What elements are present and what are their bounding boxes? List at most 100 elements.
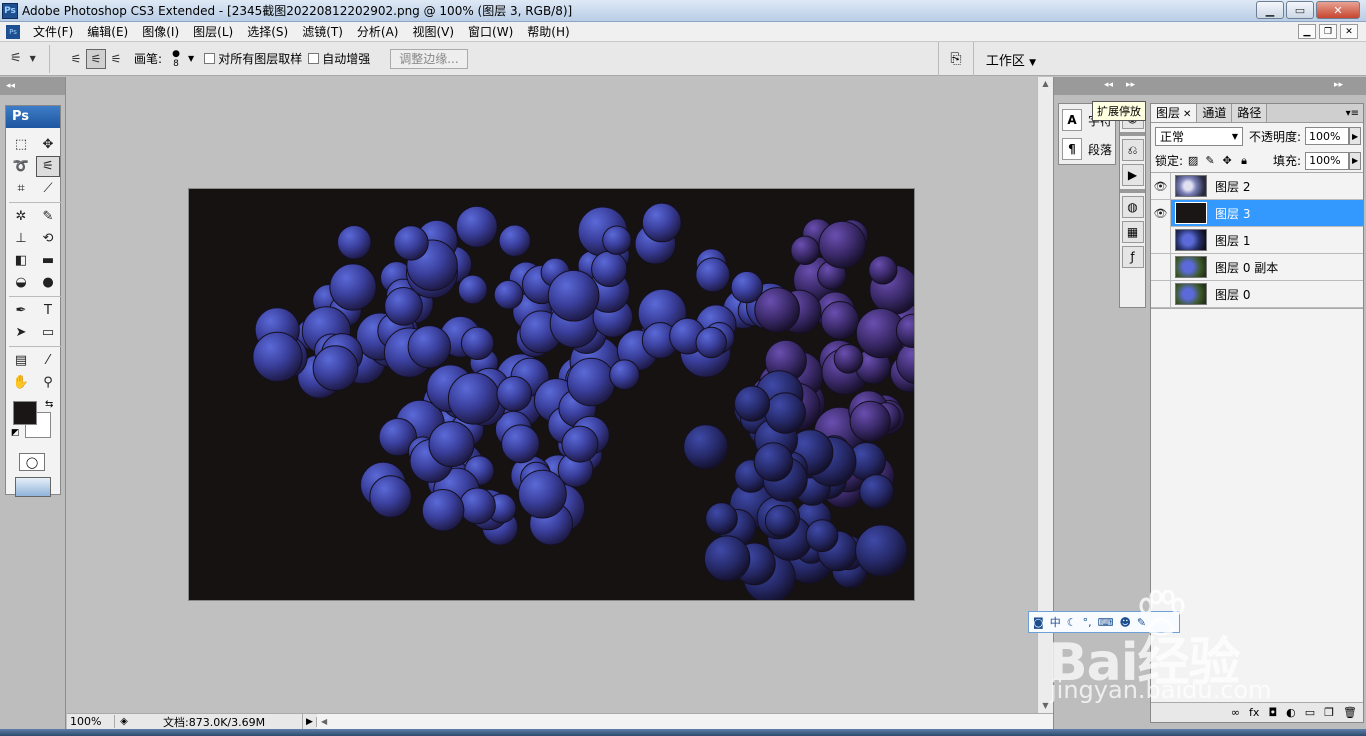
pen-tool-icon[interactable]: ✒: [9, 300, 33, 321]
tool-preset-picker[interactable]: ⚟ ▼: [10, 44, 50, 73]
status-icon[interactable]: ◈: [115, 716, 133, 727]
paragraph-button[interactable]: ¶ 段落: [1059, 136, 1115, 162]
actions-icon[interactable]: ▶: [1121, 164, 1144, 186]
blur-tool-icon[interactable]: ◒: [9, 272, 33, 293]
toolbox-header[interactable]: Ps: [6, 106, 60, 128]
layer-row[interactable]: 图层 0 副本: [1151, 253, 1363, 281]
subtract-from-selection-icon[interactable]: ⚟: [106, 49, 126, 69]
layer-row[interactable]: 图层 1: [1151, 226, 1363, 254]
scroll-up-icon[interactable]: ▲: [1038, 77, 1053, 91]
menu-edit[interactable]: 编辑(E): [80, 22, 135, 42]
checkbox-box[interactable]: [204, 53, 216, 64]
eyedropper-tool-icon[interactable]: ⁄: [36, 350, 60, 371]
brush-chevron-icon[interactable]: ▼: [188, 54, 194, 63]
layer-style-icon[interactable]: fx: [1249, 706, 1259, 719]
marquee-tool-icon[interactable]: ⬚: [9, 134, 33, 155]
swap-colors-icon[interactable]: ⇆: [45, 399, 53, 410]
settings-icon[interactable]: ✎: [1137, 616, 1146, 629]
hand-tool-icon[interactable]: ✋: [9, 372, 33, 393]
menu-layer[interactable]: 图层(L): [186, 22, 240, 42]
layer-row[interactable]: 图层 0: [1151, 280, 1363, 308]
menu-view[interactable]: 视图(V): [405, 22, 461, 42]
lock-transparent-icon[interactable]: ▨: [1186, 154, 1200, 167]
menu-select[interactable]: 选择(S): [240, 22, 295, 42]
layer-thumbnail[interactable]: [1175, 283, 1207, 305]
user-icon[interactable]: ☻: [1119, 616, 1130, 629]
layer-name[interactable]: 图层 0 副本: [1215, 259, 1278, 276]
doc-close-button[interactable]: ✕: [1340, 24, 1358, 39]
fill-slider-icon[interactable]: ▶: [1349, 151, 1362, 170]
layer-mask-icon[interactable]: ◘: [1268, 706, 1277, 719]
foreground-color-swatch[interactable]: [13, 401, 37, 425]
layer-name[interactable]: 图层 0: [1215, 286, 1250, 303]
eraser-tool-icon[interactable]: ◧: [9, 250, 33, 271]
sample-all-layers-checkbox[interactable]: 对所有图层取样: [204, 50, 302, 67]
collapse-arrows-icon[interactable]: ◂◂: [0, 77, 65, 95]
healing-brush-icon[interactable]: ✲: [9, 206, 33, 227]
opacity-field[interactable]: 100%: [1305, 127, 1350, 145]
ime-mode[interactable]: 中: [1050, 614, 1061, 630]
close-icon[interactable]: ✕: [1183, 109, 1191, 120]
keyboard-icon[interactable]: ⌨: [1098, 616, 1114, 629]
screen-mode-button[interactable]: [15, 477, 51, 497]
expand-arrows-icon[interactable]: ▸▸: [1334, 80, 1343, 90]
gradient-tool-icon[interactable]: ▬: [36, 250, 60, 271]
menu-file[interactable]: 文件(F): [26, 22, 80, 42]
auto-enhance-checkbox[interactable]: 自动增强: [308, 50, 370, 67]
menu-filter[interactable]: 滤镜(T): [295, 22, 350, 42]
minimize-button[interactable]: ▁: [1256, 1, 1284, 19]
opacity-slider-icon[interactable]: ▶: [1349, 127, 1362, 145]
canvas-area[interactable]: [67, 77, 1037, 713]
visibility-eye-icon[interactable]: 👁︎: [1151, 199, 1171, 227]
type-tool-icon[interactable]: T: [36, 300, 60, 321]
layer-thumbnail[interactable]: [1175, 256, 1207, 278]
fill-field[interactable]: 100%: [1305, 151, 1350, 170]
scroll-down-icon[interactable]: ▼: [1038, 699, 1053, 713]
history-brush-icon[interactable]: ⟲: [36, 228, 60, 249]
notes-tool-icon[interactable]: ▤: [9, 350, 33, 371]
layer-name[interactable]: 图层 2: [1215, 178, 1250, 195]
collapse-arrows-icon[interactable]: ◂◂: [1104, 80, 1113, 90]
path-selection-icon[interactable]: ➤: [9, 322, 33, 343]
menu-image[interactable]: 图像(I): [135, 22, 186, 42]
blend-mode-select[interactable]: 正常 ▼: [1155, 126, 1243, 146]
close-button[interactable]: ✕: [1316, 1, 1360, 19]
app-icon[interactable]: Ps: [2, 2, 18, 19]
default-colors-icon[interactable]: ◩: [11, 428, 20, 438]
ime-logo-icon[interactable]: ◙: [1033, 616, 1044, 629]
shape-tool-icon[interactable]: ▭: [36, 322, 60, 343]
status-menu-icon[interactable]: ▶: [303, 716, 317, 727]
quick-selection-tool-icon[interactable]: ⚟: [36, 156, 60, 177]
doc-restore-button[interactable]: ❐: [1319, 24, 1337, 39]
workspace-menu[interactable]: 工作区 ▼: [986, 50, 1036, 69]
menu-window[interactable]: 窗口(W): [461, 22, 520, 42]
quick-mask-button[interactable]: ◯: [19, 453, 45, 471]
lock-all-icon[interactable]: 🔒︎: [1237, 154, 1251, 168]
move-tool-icon[interactable]: ✥: [36, 134, 60, 155]
doc-minimize-button[interactable]: ▁: [1298, 24, 1316, 39]
dodge-tool-icon[interactable]: ●: [36, 272, 60, 293]
moon-icon[interactable]: ☾: [1067, 616, 1077, 629]
tab-paths[interactable]: 路径: [1232, 104, 1268, 122]
layer-row[interactable]: 👁︎ 图层 2: [1151, 172, 1363, 200]
new-layer-icon[interactable]: ❐: [1324, 706, 1334, 719]
lock-position-icon[interactable]: ✥: [1220, 154, 1234, 167]
brush-picker[interactable]: ● 8: [166, 49, 186, 69]
link-layers-icon[interactable]: ∞: [1231, 706, 1240, 719]
adjustment-layer-icon[interactable]: ◐: [1286, 706, 1296, 719]
bridge-icon[interactable]: ⎘: [937, 42, 974, 76]
layer-name[interactable]: 图层 3: [1215, 205, 1250, 222]
delete-layer-icon[interactable]: 🗑︎: [1343, 706, 1357, 719]
layer-thumbnail[interactable]: [1175, 202, 1207, 224]
tab-channels[interactable]: 通道: [1197, 104, 1233, 122]
brush-tool-icon[interactable]: ✎: [36, 206, 60, 227]
layer-name[interactable]: 图层 1: [1215, 232, 1250, 249]
panel-menu-icon[interactable]: ▾≡: [1346, 104, 1363, 122]
document-icon[interactable]: Ps: [6, 24, 20, 39]
punctuation-icon[interactable]: °,: [1083, 616, 1092, 629]
history-icon[interactable]: ⎌: [1121, 139, 1144, 161]
crop-tool-icon[interactable]: ⌗: [9, 178, 33, 199]
expand-arrows-icon[interactable]: ▸▸: [1126, 80, 1135, 90]
layer-thumbnail[interactable]: [1175, 175, 1207, 197]
group-icon[interactable]: ▭: [1305, 706, 1315, 719]
